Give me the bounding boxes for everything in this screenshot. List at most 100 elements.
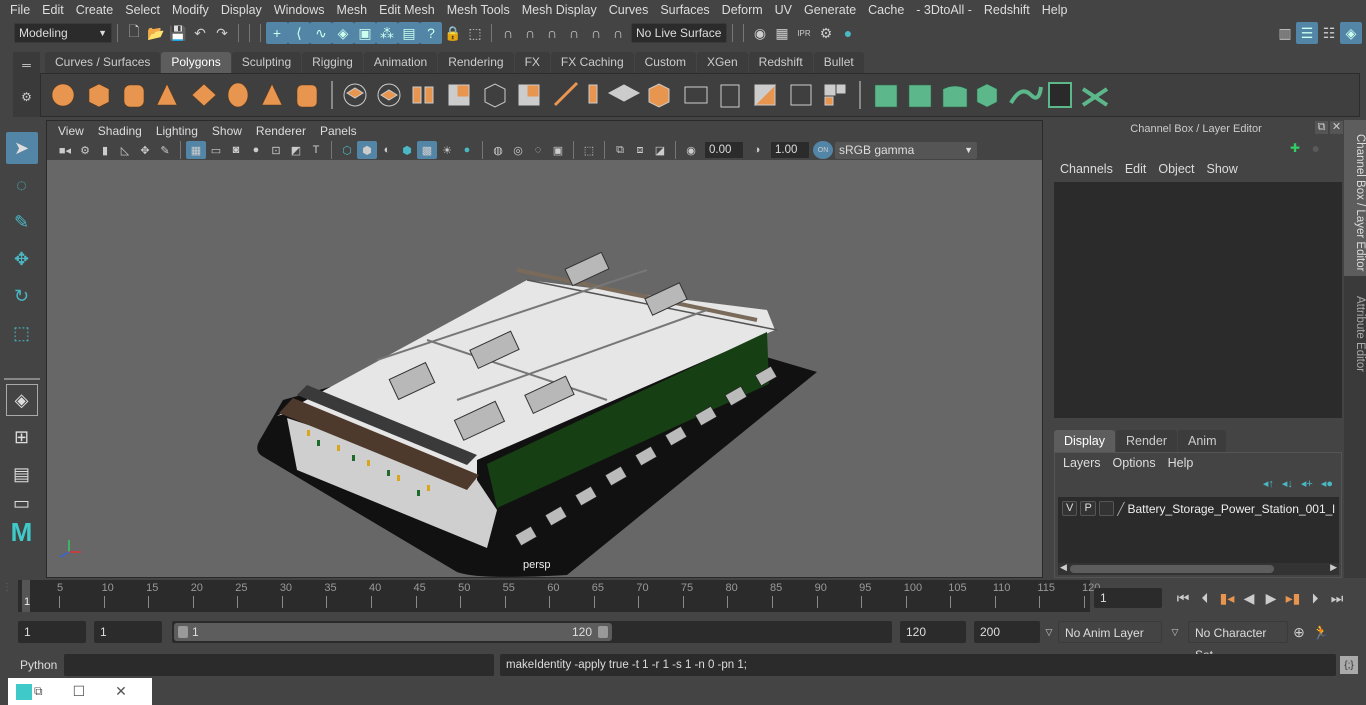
live-surface-field[interactable]: No Live Surface [631,23,727,43]
save-scene-icon[interactable]: 💾 [167,22,189,44]
mode-selector[interactable]: Modeling ▼ [14,23,112,43]
2d-pan-zoom-icon[interactable]: ✥ [135,141,155,159]
insert-edge-loop-icon[interactable] [684,86,708,104]
select-dynamics-icon[interactable]: ⁂ [376,22,398,44]
menu-select[interactable]: Select [119,3,166,17]
viewport-panel[interactable]: View Shading Lighting Show Renderer Panels ■◂… [46,120,1043,578]
select-rendering-icon[interactable]: ▤ [398,22,420,44]
range-slider[interactable]: 1 120 [172,621,892,643]
shelf-tab-bullet[interactable]: Bullet [813,52,864,73]
play-forwards-icon[interactable]: ▶ [1260,587,1282,609]
snap-view-plane-icon[interactable]: ∩ [563,22,585,44]
move-layer-up-icon[interactable]: ◂↑ [1263,477,1274,490]
anim-layer-selector[interactable]: No Anim Layer [1058,621,1162,643]
open-scene-icon[interactable]: 📂 [145,22,167,44]
lasso-tool-icon[interactable]: ◌ [6,169,38,201]
resolution-gate-icon[interactable]: ◙ [226,141,246,159]
grease-pencil-icon[interactable]: ✎ [155,141,175,159]
gamma-field[interactable]: 1.00 [771,142,809,158]
anim-layer-dropdown-icon[interactable]: ▽ [1040,627,1058,638]
wireframe-icon[interactable]: ⬡ [337,141,357,159]
snap-curve-icon[interactable]: ∩ [519,22,541,44]
multi-cut-icon[interactable] [553,81,579,107]
menu-uv[interactable]: UV [769,3,798,17]
layer-color-swatch[interactable]: ╱ [1117,502,1124,516]
gamma-icon[interactable]: ◑ [747,141,767,159]
channelbox-menu-show[interactable]: Show [1201,162,1244,176]
bookmark-icon[interactable]: ▮ [95,141,115,159]
select-tool-icon[interactable]: ➤ [5,132,38,164]
play-backwards-icon[interactable]: ◀ [1238,587,1260,609]
lock-selection-icon[interactable]: 🔒 [442,22,464,44]
menu-modify[interactable]: Modify [166,3,215,17]
script-editor-icon[interactable]: {;} [1340,656,1358,674]
redo-icon[interactable]: ↷ [211,22,233,44]
viewport-menu-renderer[interactable]: Renderer [249,124,313,138]
bridge-icon[interactable] [607,84,641,102]
new-layer-from-selected-icon[interactable]: ◂● [1321,477,1333,490]
shelf-tab-fx-caching[interactable]: FX Caching [550,52,634,73]
menu-redshift[interactable]: Redshift [978,3,1036,17]
shelf-tab-curves-surfaces[interactable]: Curves / Surfaces [45,52,161,73]
channelbox-menu-channels[interactable]: Channels [1054,162,1119,176]
menu-help[interactable]: Help [1036,3,1074,17]
layer-menu-layers[interactable]: Layers [1057,456,1107,470]
gate-mask-icon[interactable]: ● [246,141,266,159]
view-transform-dropdown[interactable]: sRGB gamma ▼ [835,141,977,159]
poly-sphere-icon[interactable] [51,83,75,107]
select-curves-icon[interactable]: ∿ [310,22,332,44]
menu-edit-mesh[interactable]: Edit Mesh [373,3,441,17]
safe-action-icon[interactable]: ◩ [286,141,306,159]
menu-edit[interactable]: Edit [36,3,70,17]
layer-tab-display[interactable]: Display [1054,430,1115,452]
camera-attributes-icon[interactable]: ⚙ [75,141,95,159]
isolate-select-icon[interactable]: ⬚ [579,141,599,159]
scene-model-render[interactable] [47,160,1044,578]
depth-of-field-icon[interactable]: ▣ [548,141,568,159]
menu-generate[interactable]: Generate [798,3,862,17]
menu-curves[interactable]: Curves [603,3,655,17]
channelbox-menu-object[interactable]: Object [1152,162,1200,176]
select-by-component-icon[interactable]: ⟨ [288,22,310,44]
cylindrical-mapping-icon[interactable] [908,84,932,108]
default-material-icon[interactable]: ◐ [377,141,397,159]
viewport-menu-panels[interactable]: Panels [313,124,364,138]
use-all-lights-icon[interactable]: ☀ [437,141,457,159]
shelf-tab-animation[interactable]: Animation [363,52,438,73]
exposure-field[interactable]: 0.00 [705,142,743,158]
merge-icon[interactable] [824,84,836,96]
tab-attribute-editor[interactable]: Attribute Editor [1344,280,1366,380]
screen-space-ao-icon[interactable]: ◍ [488,141,508,159]
shelf-tab-sculpting[interactable]: Sculpting [231,52,302,73]
color-management-toggle[interactable]: ON [813,141,833,159]
xray-active-icon[interactable]: ⧈ [630,141,650,159]
scale-tool-icon[interactable]: ⬚ [6,317,38,349]
animation-preferences-icon[interactable]: 🏃 [1310,621,1332,643]
close-panel-icon[interactable]: ✕ [1330,121,1343,134]
render-current-frame-icon[interactable]: ▦ [771,22,793,44]
menu-3dtoall[interactable]: - 3DtoAll - [910,3,978,17]
extrude-icon[interactable] [588,84,598,104]
smooth-shade-icon[interactable]: ⬢ [357,141,377,159]
menu-display[interactable]: Display [215,3,268,17]
shelf-tab-rigging[interactable]: Rigging [302,52,363,73]
layer-menu-options[interactable]: Options [1107,456,1162,470]
xray-icon[interactable]: ⧉ [610,141,630,159]
snap-live-icon[interactable]: ∩ [585,22,607,44]
exposure-icon[interactable]: ◉ [681,141,701,159]
modeling-toolkit-icon[interactable]: ▥ [1274,22,1296,44]
viewport-menu-shading[interactable]: Shading [91,124,149,138]
collapse-icon[interactable] [790,84,812,106]
hypershade-icon[interactable]: ● [837,22,859,44]
step-forward-key-icon[interactable]: ▸▮ [1282,587,1304,609]
shelf-tab-fx[interactable]: FX [514,52,550,73]
layer-tab-render[interactable]: Render [1116,430,1177,452]
spherical-mapping-icon[interactable] [942,85,968,108]
layer-list-scrollbar[interactable]: ◀ ▶ [1058,562,1339,575]
close-window-icon[interactable]: ✕ [115,683,127,700]
tool-settings-toggle-icon[interactable]: ☷ [1318,22,1340,44]
select-by-hierarchy-icon[interactable]: + [266,22,288,44]
channel-box-toggle-icon[interactable]: ◈ [1340,22,1362,44]
channelbox-menu-edit[interactable]: Edit [1119,162,1153,176]
menu-mesh[interactable]: Mesh [331,3,374,17]
